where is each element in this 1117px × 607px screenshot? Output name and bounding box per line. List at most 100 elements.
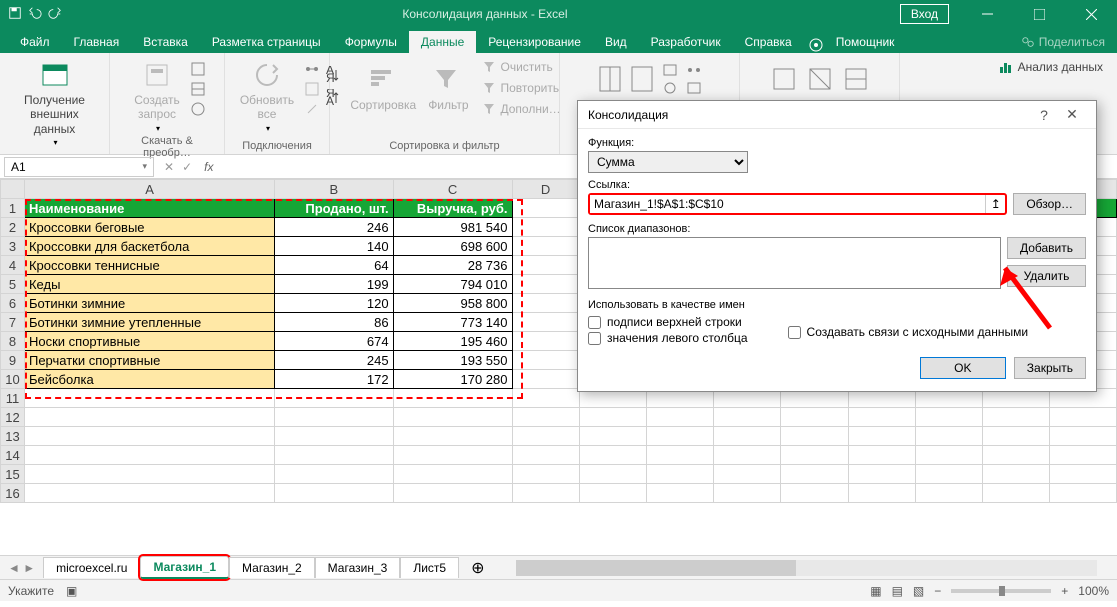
sort-button[interactable]: Сортировка: [346, 64, 420, 112]
select-all[interactable]: [1, 180, 25, 199]
sign-in-button[interactable]: Вход: [900, 4, 949, 24]
redo-icon[interactable]: [48, 6, 62, 23]
subtotal-icon[interactable]: [842, 63, 870, 98]
browse-button[interactable]: Обзор…: [1013, 193, 1086, 215]
row-header[interactable]: 9: [1, 351, 25, 370]
close-button[interactable]: [1069, 0, 1113, 28]
top-row-checkbox[interactable]: подписи верхней строки: [588, 315, 748, 329]
name-box[interactable]: A1▾: [4, 157, 154, 177]
macro-record-icon[interactable]: ▣: [66, 584, 77, 598]
tab-review[interactable]: Рецензирование: [476, 31, 593, 53]
sheet-tab[interactable]: Лист5: [400, 557, 459, 578]
zoom-in-button[interactable]: +: [1061, 584, 1068, 598]
sort-za-icon[interactable]: ЯA: [324, 89, 342, 110]
refresh-all-button[interactable]: Обновить все▾: [234, 57, 300, 135]
sheet-tab[interactable]: microexcel.ru: [43, 557, 140, 578]
left-col-checkbox[interactable]: значения левого столбца: [588, 331, 748, 345]
row-header[interactable]: 4: [1, 256, 25, 275]
row-header[interactable]: 13: [1, 427, 25, 446]
row-header[interactable]: 7: [1, 313, 25, 332]
function-select[interactable]: Сумма: [588, 151, 748, 173]
clear-filter-button[interactable]: Очистить: [477, 57, 565, 77]
tab-data[interactable]: Данные: [409, 31, 476, 53]
get-external-data-button[interactable]: Получение внешних данных▾: [8, 57, 101, 149]
col-header[interactable]: C: [393, 180, 512, 199]
row-header[interactable]: 10: [1, 370, 25, 389]
recent-sources-icon[interactable]: [190, 101, 206, 120]
from-table-icon[interactable]: [190, 81, 206, 100]
tab-help[interactable]: Справка: [733, 31, 804, 53]
row-header[interactable]: 5: [1, 275, 25, 294]
add-button[interactable]: Добавить: [1007, 237, 1086, 259]
whatif-icon[interactable]: [686, 81, 702, 98]
row-header[interactable]: 16: [1, 484, 25, 503]
col-header[interactable]: B: [275, 180, 394, 199]
remove-duplicates-icon[interactable]: [662, 63, 678, 80]
sheet-nav[interactable]: ◄ ►: [0, 561, 43, 575]
tab-layout[interactable]: Разметка страницы: [200, 31, 333, 53]
row-header[interactable]: 6: [1, 294, 25, 313]
row-header[interactable]: 8: [1, 332, 25, 351]
sheet-tab[interactable]: Магазин_3: [315, 557, 401, 578]
connections-icon[interactable]: [304, 61, 320, 80]
cancel-icon[interactable]: ✕: [164, 160, 174, 174]
new-sheet-button[interactable]: ⊕: [459, 555, 496, 581]
tell-me-label[interactable]: Помощник: [824, 31, 907, 53]
advanced-button[interactable]: Дополни…: [477, 99, 565, 119]
filter-button[interactable]: Фильтр: [424, 64, 472, 112]
sheet-tab[interactable]: Магазин_2: [229, 557, 315, 578]
relationships-icon[interactable]: [686, 63, 702, 80]
group-icon[interactable]: [770, 63, 798, 98]
reference-label: Ссылка:: [588, 179, 1086, 191]
row-header[interactable]: 11: [1, 389, 25, 408]
title-bar: Консолидация данных - Excel Вход: [0, 0, 1117, 28]
horizontal-scrollbar[interactable]: [516, 560, 1097, 576]
tab-insert[interactable]: Вставка: [131, 31, 200, 53]
view-layout-icon[interactable]: ▤: [892, 584, 903, 598]
tell-me-icon[interactable]: [808, 37, 824, 53]
row-header[interactable]: 3: [1, 237, 25, 256]
row-header[interactable]: 1: [1, 199, 25, 218]
view-pagebreak-icon[interactable]: ▧: [913, 584, 924, 598]
close-dialog-button[interactable]: Закрыть: [1014, 357, 1086, 379]
fx-icon[interactable]: fx: [204, 160, 213, 174]
col-header[interactable]: A: [24, 180, 274, 199]
view-normal-icon[interactable]: ▦: [870, 584, 881, 598]
tab-formulas[interactable]: Формулы: [333, 31, 409, 53]
sheet-tab[interactable]: Магазин_1: [140, 556, 229, 579]
row-header[interactable]: 15: [1, 465, 25, 484]
zoom-slider[interactable]: [951, 589, 1051, 593]
ranges-listbox[interactable]: [588, 237, 1001, 289]
tab-developer[interactable]: Разработчик: [639, 31, 733, 53]
zoom-out-button[interactable]: −: [934, 584, 941, 598]
save-icon[interactable]: [8, 6, 22, 23]
tab-home[interactable]: Главная: [62, 31, 132, 53]
create-links-checkbox[interactable]: Создавать связи с исходными данными: [788, 319, 1029, 345]
properties-icon[interactable]: [304, 81, 320, 100]
show-queries-icon[interactable]: [190, 61, 206, 80]
row-header[interactable]: 12: [1, 408, 25, 427]
edit-links-icon[interactable]: [304, 101, 320, 120]
row-header[interactable]: 14: [1, 446, 25, 465]
sort-az-icon[interactable]: AЯ: [324, 66, 342, 87]
data-validation-icon[interactable]: [662, 81, 678, 98]
tab-view[interactable]: Вид: [593, 31, 639, 53]
ungroup-icon[interactable]: [806, 63, 834, 98]
row-header[interactable]: 2: [1, 218, 25, 237]
zoom-level[interactable]: 100%: [1078, 584, 1109, 598]
col-header[interactable]: D: [512, 180, 579, 199]
tab-file[interactable]: Файл: [8, 31, 62, 53]
minimize-button[interactable]: [965, 0, 1009, 28]
reapply-button[interactable]: Повторить: [477, 78, 565, 98]
range-picker-icon[interactable]: ↥: [985, 195, 1005, 213]
dialog-close-button[interactable]: ✕: [1058, 106, 1086, 123]
dialog-help-button[interactable]: ?: [1030, 107, 1058, 123]
delete-button[interactable]: Удалить: [1007, 265, 1086, 287]
share-button[interactable]: Поделиться: [1009, 31, 1117, 53]
ok-button[interactable]: OK: [920, 357, 1006, 379]
maximize-button[interactable]: [1017, 0, 1061, 28]
reference-input[interactable]: [590, 195, 985, 213]
new-query-button[interactable]: Создать запрос▾: [128, 57, 186, 135]
undo-icon[interactable]: [28, 6, 42, 23]
enter-icon[interactable]: ✓: [182, 160, 192, 174]
